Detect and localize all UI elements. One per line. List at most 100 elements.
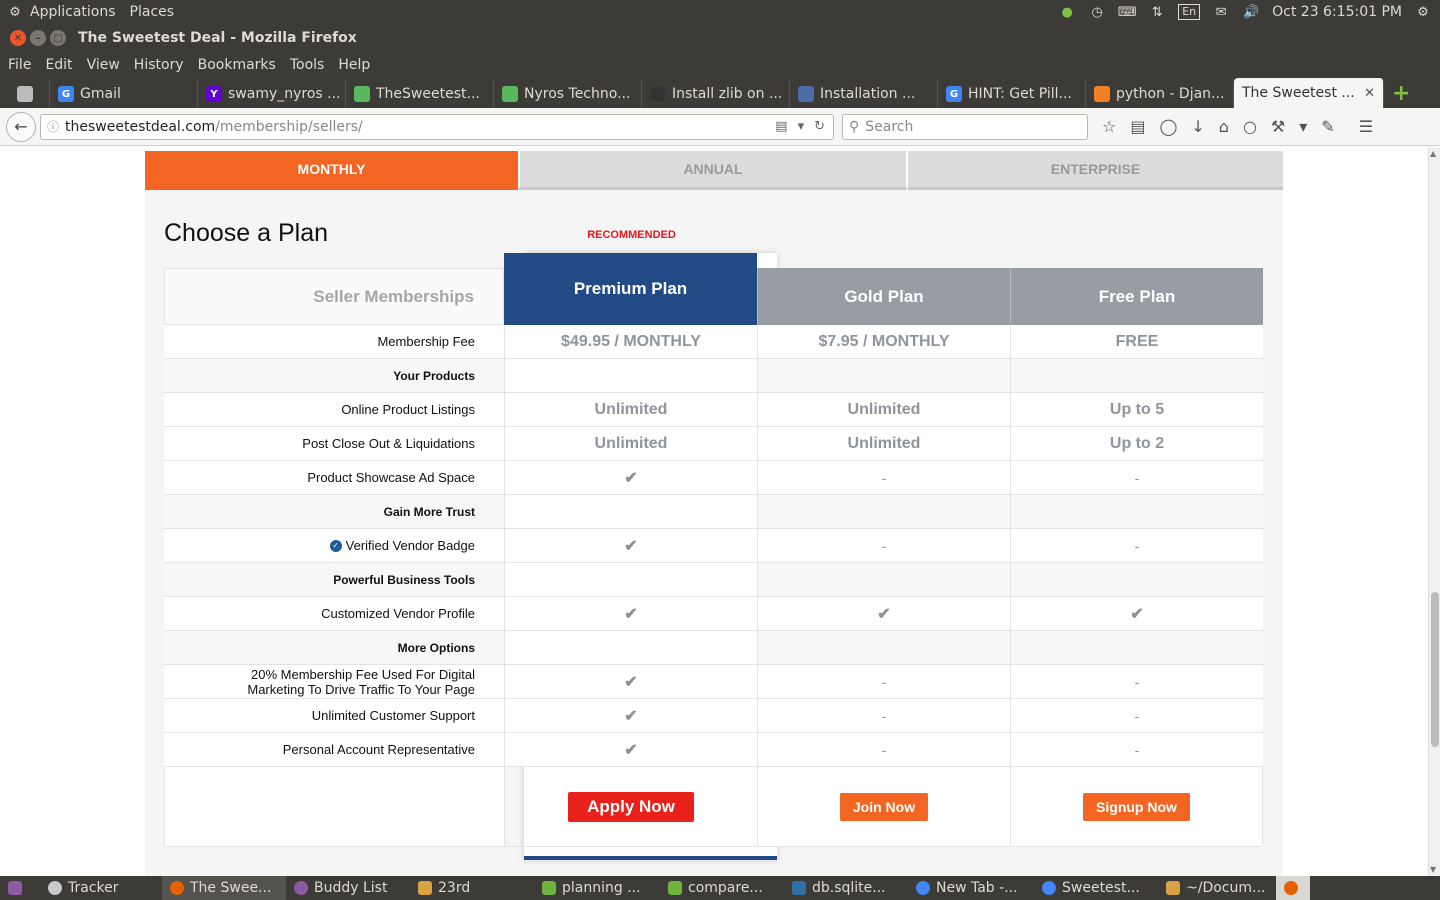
settings-gear-icon[interactable]: ⚙ bbox=[1414, 4, 1432, 20]
tab-enterprise[interactable]: ENTERPRISE bbox=[908, 151, 1283, 190]
task-db-sqlite[interactable]: db.sqlite... bbox=[784, 876, 908, 900]
places-menu[interactable]: Places bbox=[130, 4, 175, 20]
gold-fee: $7.95 / MONTHLY bbox=[757, 325, 1010, 358]
task-23rd[interactable]: 23rd bbox=[410, 876, 534, 900]
task-documents[interactable]: ~/Docum... bbox=[1158, 876, 1276, 900]
dropdown-arrow-icon[interactable]: ▾ bbox=[798, 119, 805, 134]
keyboard-icon[interactable]: ⌨ bbox=[1118, 4, 1137, 20]
github-icon bbox=[650, 86, 666, 102]
task-label: 23rd bbox=[438, 880, 471, 896]
vertical-scrollbar[interactable]: ▲ ▼ bbox=[1428, 147, 1440, 876]
back-arrow-icon[interactable]: ← bbox=[6, 111, 36, 142]
tool-icon[interactable]: ✎ bbox=[1321, 117, 1334, 136]
cloud-icon bbox=[354, 86, 370, 102]
tab-label: Gmail bbox=[80, 86, 121, 102]
apply-now-button[interactable]: Apply Now bbox=[568, 791, 694, 822]
menu-view[interactable]: View bbox=[87, 57, 120, 73]
task-tracker[interactable]: Tracker bbox=[40, 876, 162, 900]
join-now-button[interactable]: Join Now bbox=[839, 792, 929, 821]
applications-menu[interactable]: Applications bbox=[30, 4, 116, 20]
spreadsheet-icon bbox=[668, 881, 682, 895]
pidgin-icon bbox=[294, 881, 308, 895]
tab-installation[interactable]: Installation ... bbox=[790, 80, 938, 108]
row-label: Post Close Out & Liquidations bbox=[164, 427, 504, 460]
tab-nyros[interactable]: Nyros Techno... bbox=[494, 80, 642, 108]
task-firefox[interactable]: The Swee... bbox=[162, 876, 286, 900]
keyboard-layout-indicator[interactable]: En bbox=[1178, 4, 1201, 20]
new-tab-plus-icon[interactable]: + bbox=[1392, 80, 1410, 108]
tab-thesweetest[interactable]: TheSweetest... bbox=[346, 80, 494, 108]
checkmark-icon: ✔ bbox=[624, 707, 638, 725]
menu-edit[interactable]: Edit bbox=[45, 57, 72, 73]
tab-yahoo[interactable]: Y swamy_nyros ... bbox=[198, 80, 346, 108]
tracker-icon bbox=[48, 881, 62, 895]
pocket-icon[interactable]: ◯ bbox=[1159, 117, 1177, 136]
task-firefox-launcher[interactable] bbox=[1276, 876, 1310, 900]
gold-value: - bbox=[757, 733, 1010, 766]
close-tab-icon[interactable]: ✕ bbox=[1364, 86, 1375, 101]
window-maximize-icon[interactable]: □ bbox=[50, 30, 66, 46]
menu-file[interactable]: File bbox=[8, 57, 31, 73]
premium-fee: $49.95 / MONTHLY bbox=[504, 325, 757, 358]
network-icon[interactable]: ⇅ bbox=[1148, 4, 1166, 20]
reader-view-icon[interactable]: ▤ bbox=[775, 119, 787, 134]
site-info-icon[interactable]: ⓘ bbox=[47, 118, 59, 135]
mail-icon[interactable]: ✉ bbox=[1212, 4, 1230, 20]
action-buttons-row: Apply Now Join Now Signup Now bbox=[164, 767, 1263, 847]
premium-check: ✔ bbox=[504, 529, 757, 562]
clock-icon[interactable]: ◷ bbox=[1088, 4, 1106, 20]
show-desktop-button[interactable] bbox=[0, 876, 40, 900]
scroll-down-arrow-icon[interactable]: ▼ bbox=[1430, 865, 1436, 874]
scrollbar-thumb[interactable] bbox=[1431, 592, 1439, 747]
tab-install-zlib[interactable]: Install zlib on ... bbox=[642, 80, 790, 108]
task-label: compare... bbox=[688, 880, 763, 896]
task-buddy-list[interactable]: Buddy List bbox=[286, 876, 410, 900]
task-new-tab[interactable]: New Tab -... bbox=[908, 876, 1034, 900]
doc-icon bbox=[798, 86, 814, 102]
tab-python-django[interactable]: python - Djan... bbox=[1086, 80, 1234, 108]
menu-bookmarks[interactable]: Bookmarks bbox=[198, 57, 276, 73]
signup-now-button[interactable]: Signup Now bbox=[1083, 792, 1190, 821]
window-close-icon[interactable]: ✕ bbox=[10, 30, 26, 46]
tab-pinned[interactable] bbox=[0, 80, 50, 108]
search-placeholder: Search bbox=[865, 118, 914, 135]
menu-help[interactable]: Help bbox=[338, 57, 370, 73]
tab-strip: G Gmail Y swamy_nyros ... TheSweetest...… bbox=[0, 78, 1440, 108]
search-bar[interactable]: ⚲ Search bbox=[842, 113, 1088, 140]
window-minimize-icon[interactable]: – bbox=[30, 30, 46, 46]
menu-tools[interactable]: Tools bbox=[290, 57, 325, 73]
volume-icon[interactable]: 🔊 bbox=[1242, 4, 1260, 20]
table-row: Product Showcase Ad Space ✔ - - bbox=[164, 461, 1263, 495]
gold-dash: - bbox=[881, 673, 887, 690]
chat-icon[interactable]: ○ bbox=[1243, 117, 1257, 136]
tab-annual[interactable]: ANNUAL bbox=[518, 151, 908, 190]
reload-icon[interactable]: ↻ bbox=[814, 119, 825, 134]
section-label: Powerful Business Tools bbox=[164, 563, 504, 596]
home-icon[interactable]: ⌂ bbox=[1219, 117, 1229, 136]
chat-status-icon[interactable]: ● bbox=[1058, 4, 1076, 20]
membership-plans-card: MONTHLY ANNUAL ENTERPRISE Choose a Plan … bbox=[145, 151, 1283, 876]
gold-value: - bbox=[757, 699, 1010, 732]
datetime[interactable]: Oct 23 6:15:01 PM bbox=[1272, 4, 1402, 20]
hamburger-menu-icon[interactable]: ☰ bbox=[1359, 117, 1373, 136]
tab-monthly[interactable]: MONTHLY bbox=[145, 151, 518, 190]
download-icon[interactable]: ↓ bbox=[1191, 117, 1204, 136]
ubuntu-gear-icon[interactable]: ⚙ bbox=[6, 4, 24, 20]
extension-icon[interactable]: ⚒ bbox=[1271, 117, 1285, 136]
task-sweetest[interactable]: Sweetest... bbox=[1034, 876, 1158, 900]
tab-gmail[interactable]: G Gmail bbox=[50, 80, 198, 108]
tab-the-sweetest-active[interactable]: The Sweetest ... ✕ bbox=[1234, 78, 1384, 108]
spreadsheet-icon bbox=[542, 881, 556, 895]
menu-history[interactable]: History bbox=[134, 57, 184, 73]
bookmarks-list-icon[interactable]: ▤ bbox=[1130, 117, 1145, 136]
url-bar[interactable]: ⓘ thesweetestdeal.com /membership/seller… bbox=[40, 113, 834, 140]
section-label: Gain More Trust bbox=[164, 495, 504, 528]
task-planning[interactable]: planning ... bbox=[534, 876, 660, 900]
free-value: - bbox=[1010, 529, 1263, 562]
task-compare[interactable]: compare... bbox=[660, 876, 784, 900]
bookmark-star-icon[interactable]: ☆ bbox=[1102, 117, 1116, 136]
scroll-up-arrow-icon[interactable]: ▲ bbox=[1430, 149, 1436, 158]
recommended-label: RECOMMENDED bbox=[587, 229, 676, 241]
extension-dropdown-icon[interactable]: ▾ bbox=[1299, 117, 1307, 136]
tab-hint[interactable]: G HINT: Get Pill... bbox=[938, 80, 1086, 108]
